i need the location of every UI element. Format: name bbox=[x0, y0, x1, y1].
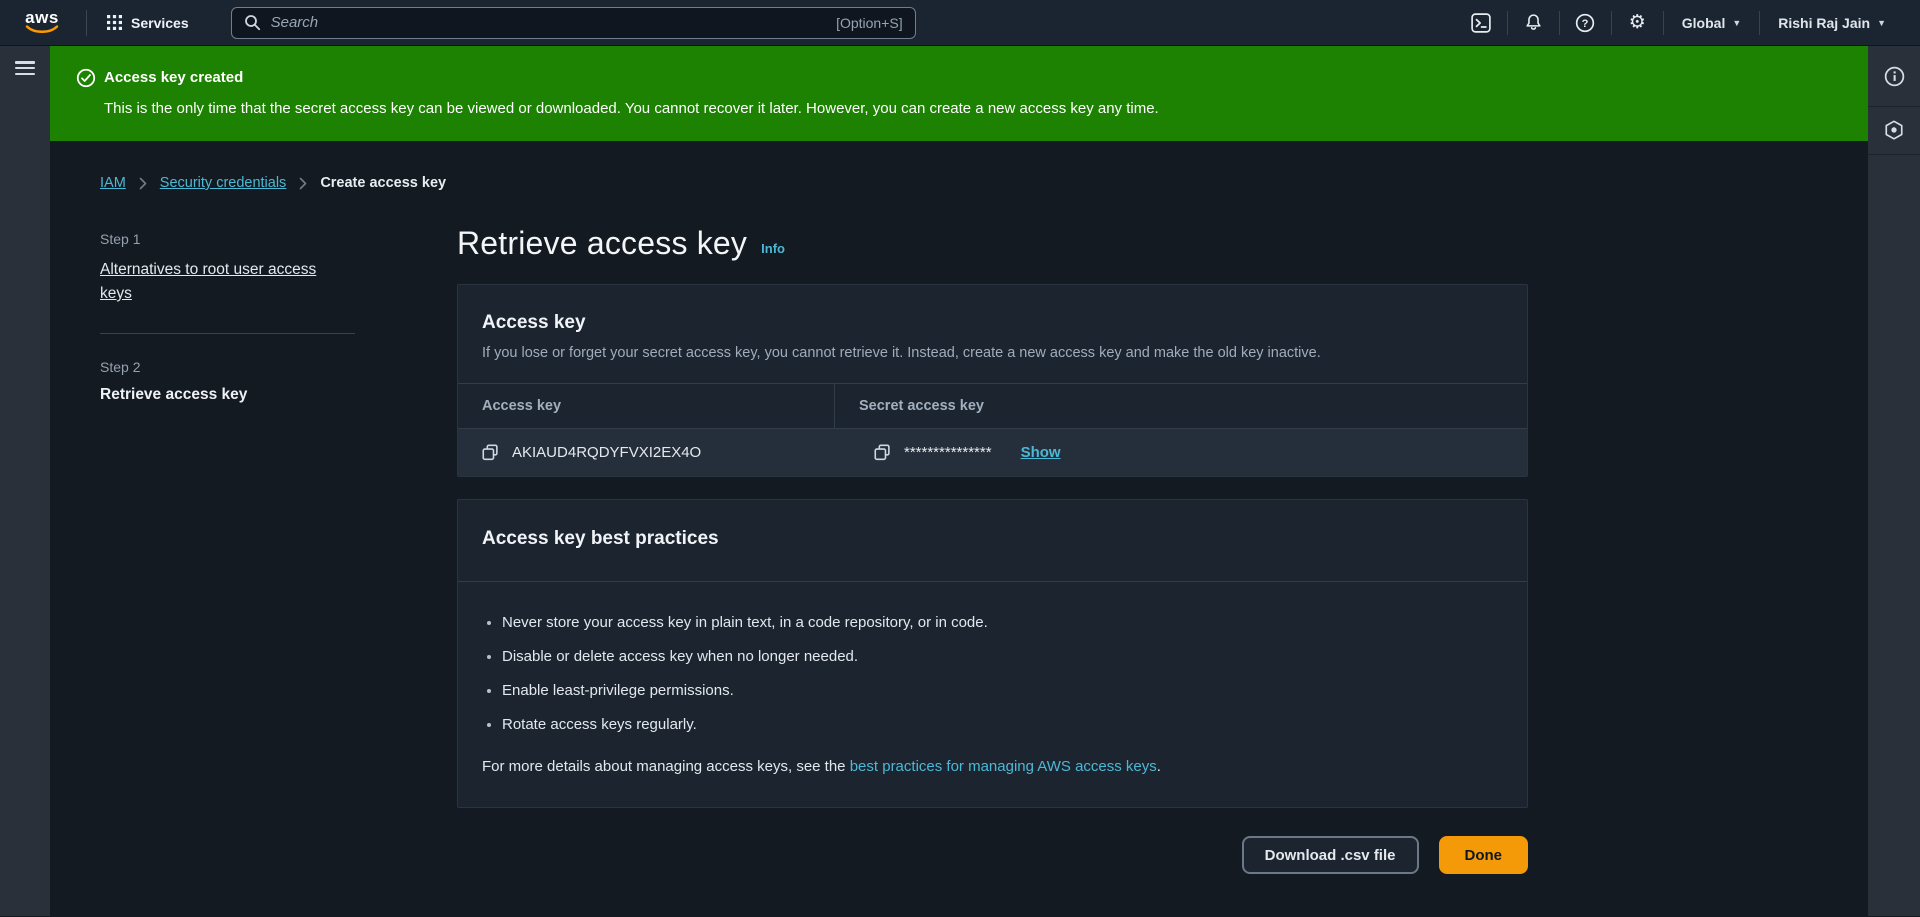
best-practices-title: Access key best practices bbox=[482, 528, 719, 549]
download-csv-button[interactable]: Download .csv file bbox=[1241, 836, 1419, 874]
step2-label: Step 2 bbox=[100, 359, 141, 375]
done-button[interactable]: Done bbox=[1438, 836, 1528, 874]
center-area: Access key created This is the only time… bbox=[50, 46, 1868, 916]
chevron-down-icon: ▼ bbox=[1877, 17, 1886, 28]
best-practice-item: Rotate access keys regularly. bbox=[502, 714, 1527, 736]
region-label: Global bbox=[1681, 14, 1726, 31]
account-menu[interactable]: Rishi Raj Jain ▼ bbox=[1760, 0, 1904, 46]
best-practice-item: Never store your access key in plain tex… bbox=[502, 612, 1527, 634]
best-practices-footer: For more details about managing access k… bbox=[482, 758, 1161, 775]
banner-title: Access key created bbox=[104, 69, 244, 86]
copy-access-key-button[interactable] bbox=[482, 444, 499, 461]
global-search[interactable]: [Option+S] bbox=[230, 6, 916, 39]
user-name: Rishi Raj Jain bbox=[1778, 14, 1871, 31]
settings-button[interactable]: ⚙ bbox=[1612, 0, 1663, 46]
breadcrumb-current: Create access key bbox=[320, 175, 447, 191]
top-navigation-bar: aws Services [Option+S] bbox=[0, 0, 1920, 46]
action-buttons: Download .csv file Done bbox=[457, 836, 1528, 874]
access-key-value: AKIAUD4RQDYFVXI2EX4O bbox=[512, 444, 702, 461]
main-column: Retrieve access key Info Access key If y… bbox=[457, 225, 1528, 874]
banner-message: This is the only time that the secret ac… bbox=[104, 100, 1159, 117]
best-practices-card: Access key best practices Never store yo… bbox=[457, 499, 1528, 808]
card-divider: Never store your access key in plain tex… bbox=[458, 581, 1527, 807]
page-title: Retrieve access key bbox=[457, 225, 748, 261]
steps-divider bbox=[100, 333, 355, 334]
breadcrumb: IAM Security credentials Create access k… bbox=[100, 175, 1868, 191]
access-key-table-row: AKIAUD4RQDYFVXI2EX4O *************** Sho… bbox=[458, 428, 1527, 476]
question-circle-icon: ? bbox=[1575, 13, 1595, 33]
check-circle-icon bbox=[76, 68, 96, 141]
hamburger-menu-button[interactable] bbox=[15, 61, 35, 79]
chevron-right-icon bbox=[139, 177, 147, 190]
aws-logo-text: aws bbox=[25, 8, 59, 27]
best-practice-item: Enable least-privilege permissions. bbox=[502, 680, 1527, 702]
step1-link[interactable]: Alternatives to root user access keys bbox=[100, 258, 328, 306]
search-shortcut-hint: [Option+S] bbox=[836, 14, 903, 31]
aws-smile-icon bbox=[24, 25, 60, 34]
column-header-access-key: Access key bbox=[482, 398, 562, 414]
breadcrumb-security-credentials-link[interactable]: Security credentials bbox=[160, 175, 287, 191]
access-key-card-description: If you lose or forget your secret access… bbox=[482, 345, 1321, 361]
best-practices-link[interactable]: best practices for managing AWS access k… bbox=[850, 758, 1157, 775]
chevron-right-icon bbox=[299, 177, 307, 190]
svg-text:?: ? bbox=[1582, 18, 1589, 30]
secret-key-masked: *************** bbox=[904, 444, 992, 461]
access-key-table-header: Access key Secret access key bbox=[458, 383, 1527, 428]
cloudshell-button[interactable] bbox=[1456, 0, 1507, 46]
gear-icon: ⚙ bbox=[1628, 11, 1646, 33]
app-shell: Access key created This is the only time… bbox=[0, 46, 1920, 916]
steps-sidebar: Step 1 Alternatives to root user access … bbox=[100, 231, 355, 874]
notifications-button[interactable] bbox=[1508, 0, 1559, 46]
cloudshell-icon bbox=[1471, 12, 1492, 33]
chevron-down-icon: ▼ bbox=[1732, 17, 1742, 28]
best-practice-item: Disable or delete access key when no lon… bbox=[502, 646, 1527, 668]
hamburger-icon bbox=[15, 61, 35, 64]
show-secret-link[interactable]: Show bbox=[1021, 444, 1061, 461]
access-key-card: Access key If you lose or forget your se… bbox=[457, 284, 1528, 477]
column-header-secret-access-key: Secret access key bbox=[834, 384, 1527, 428]
bell-icon bbox=[1524, 13, 1543, 32]
page-content: IAM Security credentials Create access k… bbox=[50, 141, 1868, 916]
topbar-divider bbox=[86, 9, 87, 36]
services-label: Services bbox=[131, 14, 189, 31]
search-input[interactable] bbox=[270, 14, 827, 31]
help-button[interactable]: ? bbox=[1560, 0, 1611, 46]
copy-secret-key-button[interactable] bbox=[874, 444, 891, 461]
left-rail bbox=[0, 46, 50, 916]
info-circle-icon bbox=[1884, 66, 1905, 87]
info-panel-button[interactable] bbox=[1868, 46, 1920, 107]
info-link[interactable]: Info bbox=[761, 241, 785, 256]
aws-logo[interactable]: aws bbox=[24, 8, 60, 34]
success-banner: Access key created This is the only time… bbox=[50, 46, 1868, 141]
hexagon-q-icon bbox=[1884, 120, 1904, 141]
right-rail bbox=[1868, 46, 1920, 916]
region-selector[interactable]: Global ▼ bbox=[1664, 0, 1759, 46]
step2-current: Retrieve access key bbox=[100, 386, 248, 403]
topbar-right-controls: ? ⚙ Global ▼ Rishi Raj Jain ▼ bbox=[1456, 0, 1904, 46]
grid-icon bbox=[107, 15, 122, 30]
best-practices-list: Never store your access key in plain tex… bbox=[458, 612, 1527, 736]
hexagon-panel-button[interactable] bbox=[1868, 107, 1920, 155]
search-icon bbox=[244, 14, 261, 31]
access-key-card-title: Access key bbox=[482, 312, 586, 333]
step1-label: Step 1 bbox=[100, 231, 141, 247]
breadcrumb-iam-link[interactable]: IAM bbox=[100, 175, 126, 191]
services-menu-button[interactable]: Services bbox=[93, 0, 203, 46]
